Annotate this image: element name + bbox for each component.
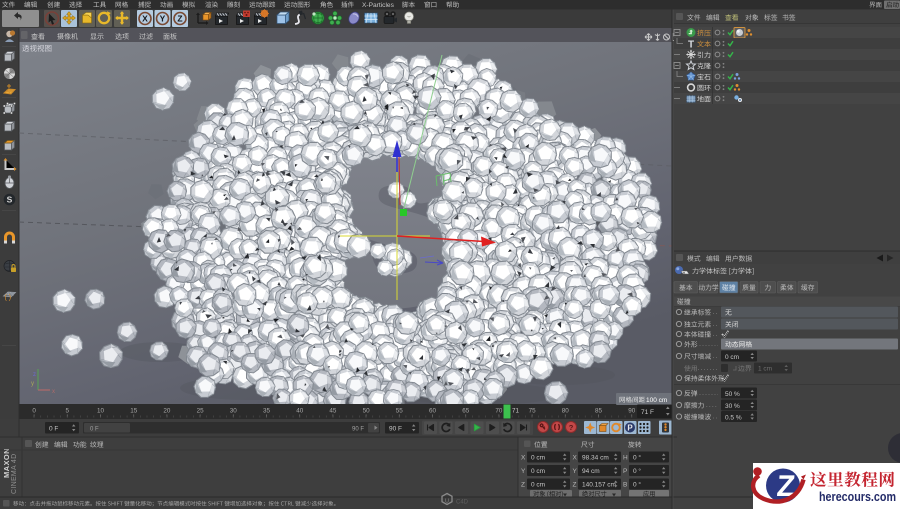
svg-text:0 cm: 0 cm — [531, 482, 545, 489]
svg-text:55: 55 — [396, 408, 404, 415]
svg-text:80: 80 — [562, 408, 570, 415]
svg-text:100 cm: 100 cm — [646, 397, 667, 404]
svg-text:C4D: C4D — [456, 500, 469, 506]
svg-text:0: 0 — [32, 408, 36, 415]
svg-text:90 F: 90 F — [389, 426, 402, 433]
svg-text:60: 60 — [429, 408, 437, 415]
svg-text:Z: Z — [573, 482, 577, 489]
svg-text:x: x — [52, 389, 55, 395]
svg-text:0 cm: 0 cm — [531, 468, 545, 475]
svg-text:35: 35 — [263, 408, 271, 415]
svg-text:90 F: 90 F — [352, 427, 364, 433]
svg-text:y: y — [31, 381, 34, 387]
svg-text:Y: Y — [573, 468, 578, 475]
svg-text:10: 10 — [97, 408, 105, 415]
svg-text:U: U — [445, 499, 449, 505]
svg-text:45: 45 — [329, 408, 337, 415]
svg-text:30: 30 — [230, 408, 238, 415]
svg-text:X: X — [142, 14, 148, 24]
svg-text:( ): ( ) — [5, 295, 12, 302]
svg-text:herecours.com: herecours.com — [819, 489, 896, 504]
svg-text:0 °: 0 ° — [633, 481, 641, 489]
svg-text:40: 40 — [296, 408, 304, 415]
svg-text:30 %: 30 % — [725, 403, 740, 410]
svg-text:0 F: 0 F — [90, 427, 99, 433]
svg-text:25: 25 — [197, 408, 205, 415]
svg-text:S: S — [7, 195, 13, 205]
svg-text:98.34 cm: 98.34 cm — [582, 455, 609, 462]
svg-text:CINEMA 4D: CINEMA 4D — [11, 454, 18, 494]
svg-text:MAXON: MAXON — [2, 448, 11, 478]
svg-text:94 cm: 94 cm — [582, 468, 600, 475]
svg-text:0 cm: 0 cm — [531, 455, 545, 462]
svg-text:0 °: 0 ° — [633, 467, 641, 475]
svg-text:140.157 cm: 140.157 cm — [582, 482, 616, 489]
svg-text:5: 5 — [66, 408, 70, 415]
svg-text:Y: Y — [521, 468, 526, 475]
svg-text:0 F: 0 F — [49, 426, 58, 433]
svg-text:75: 75 — [529, 408, 537, 415]
svg-text:50 %: 50 % — [725, 391, 740, 398]
svg-text:z: z — [33, 372, 36, 378]
svg-text:P: P — [623, 468, 627, 475]
svg-text:71 F: 71 F — [641, 409, 654, 416]
svg-text:H: H — [623, 455, 628, 462]
svg-text:90: 90 — [628, 408, 636, 415]
svg-text:0 °: 0 ° — [633, 454, 641, 462]
svg-text:1 cm: 1 cm — [758, 366, 772, 373]
svg-text:X: X — [521, 455, 526, 462]
svg-text:Z: Z — [177, 14, 182, 24]
svg-text:71: 71 — [512, 408, 520, 415]
svg-text:X-Particles: X-Particles — [362, 2, 395, 9]
svg-text:85: 85 — [595, 408, 603, 415]
svg-text:0.5 %: 0.5 % — [725, 414, 742, 421]
svg-text:65: 65 — [462, 408, 470, 415]
svg-text:X: X — [573, 455, 578, 462]
svg-text:T: T — [688, 40, 694, 51]
svg-text:B: B — [623, 482, 627, 489]
svg-text:?: ? — [569, 423, 574, 432]
svg-text:Y: Y — [160, 14, 166, 24]
svg-text:Z: Z — [521, 482, 525, 489]
svg-text:50: 50 — [363, 408, 371, 415]
svg-text:15: 15 — [130, 408, 138, 415]
svg-text:20: 20 — [163, 408, 171, 415]
svg-text:P: P — [627, 424, 633, 433]
svg-text:0 cm: 0 cm — [725, 354, 739, 361]
svg-text:70: 70 — [495, 408, 503, 415]
